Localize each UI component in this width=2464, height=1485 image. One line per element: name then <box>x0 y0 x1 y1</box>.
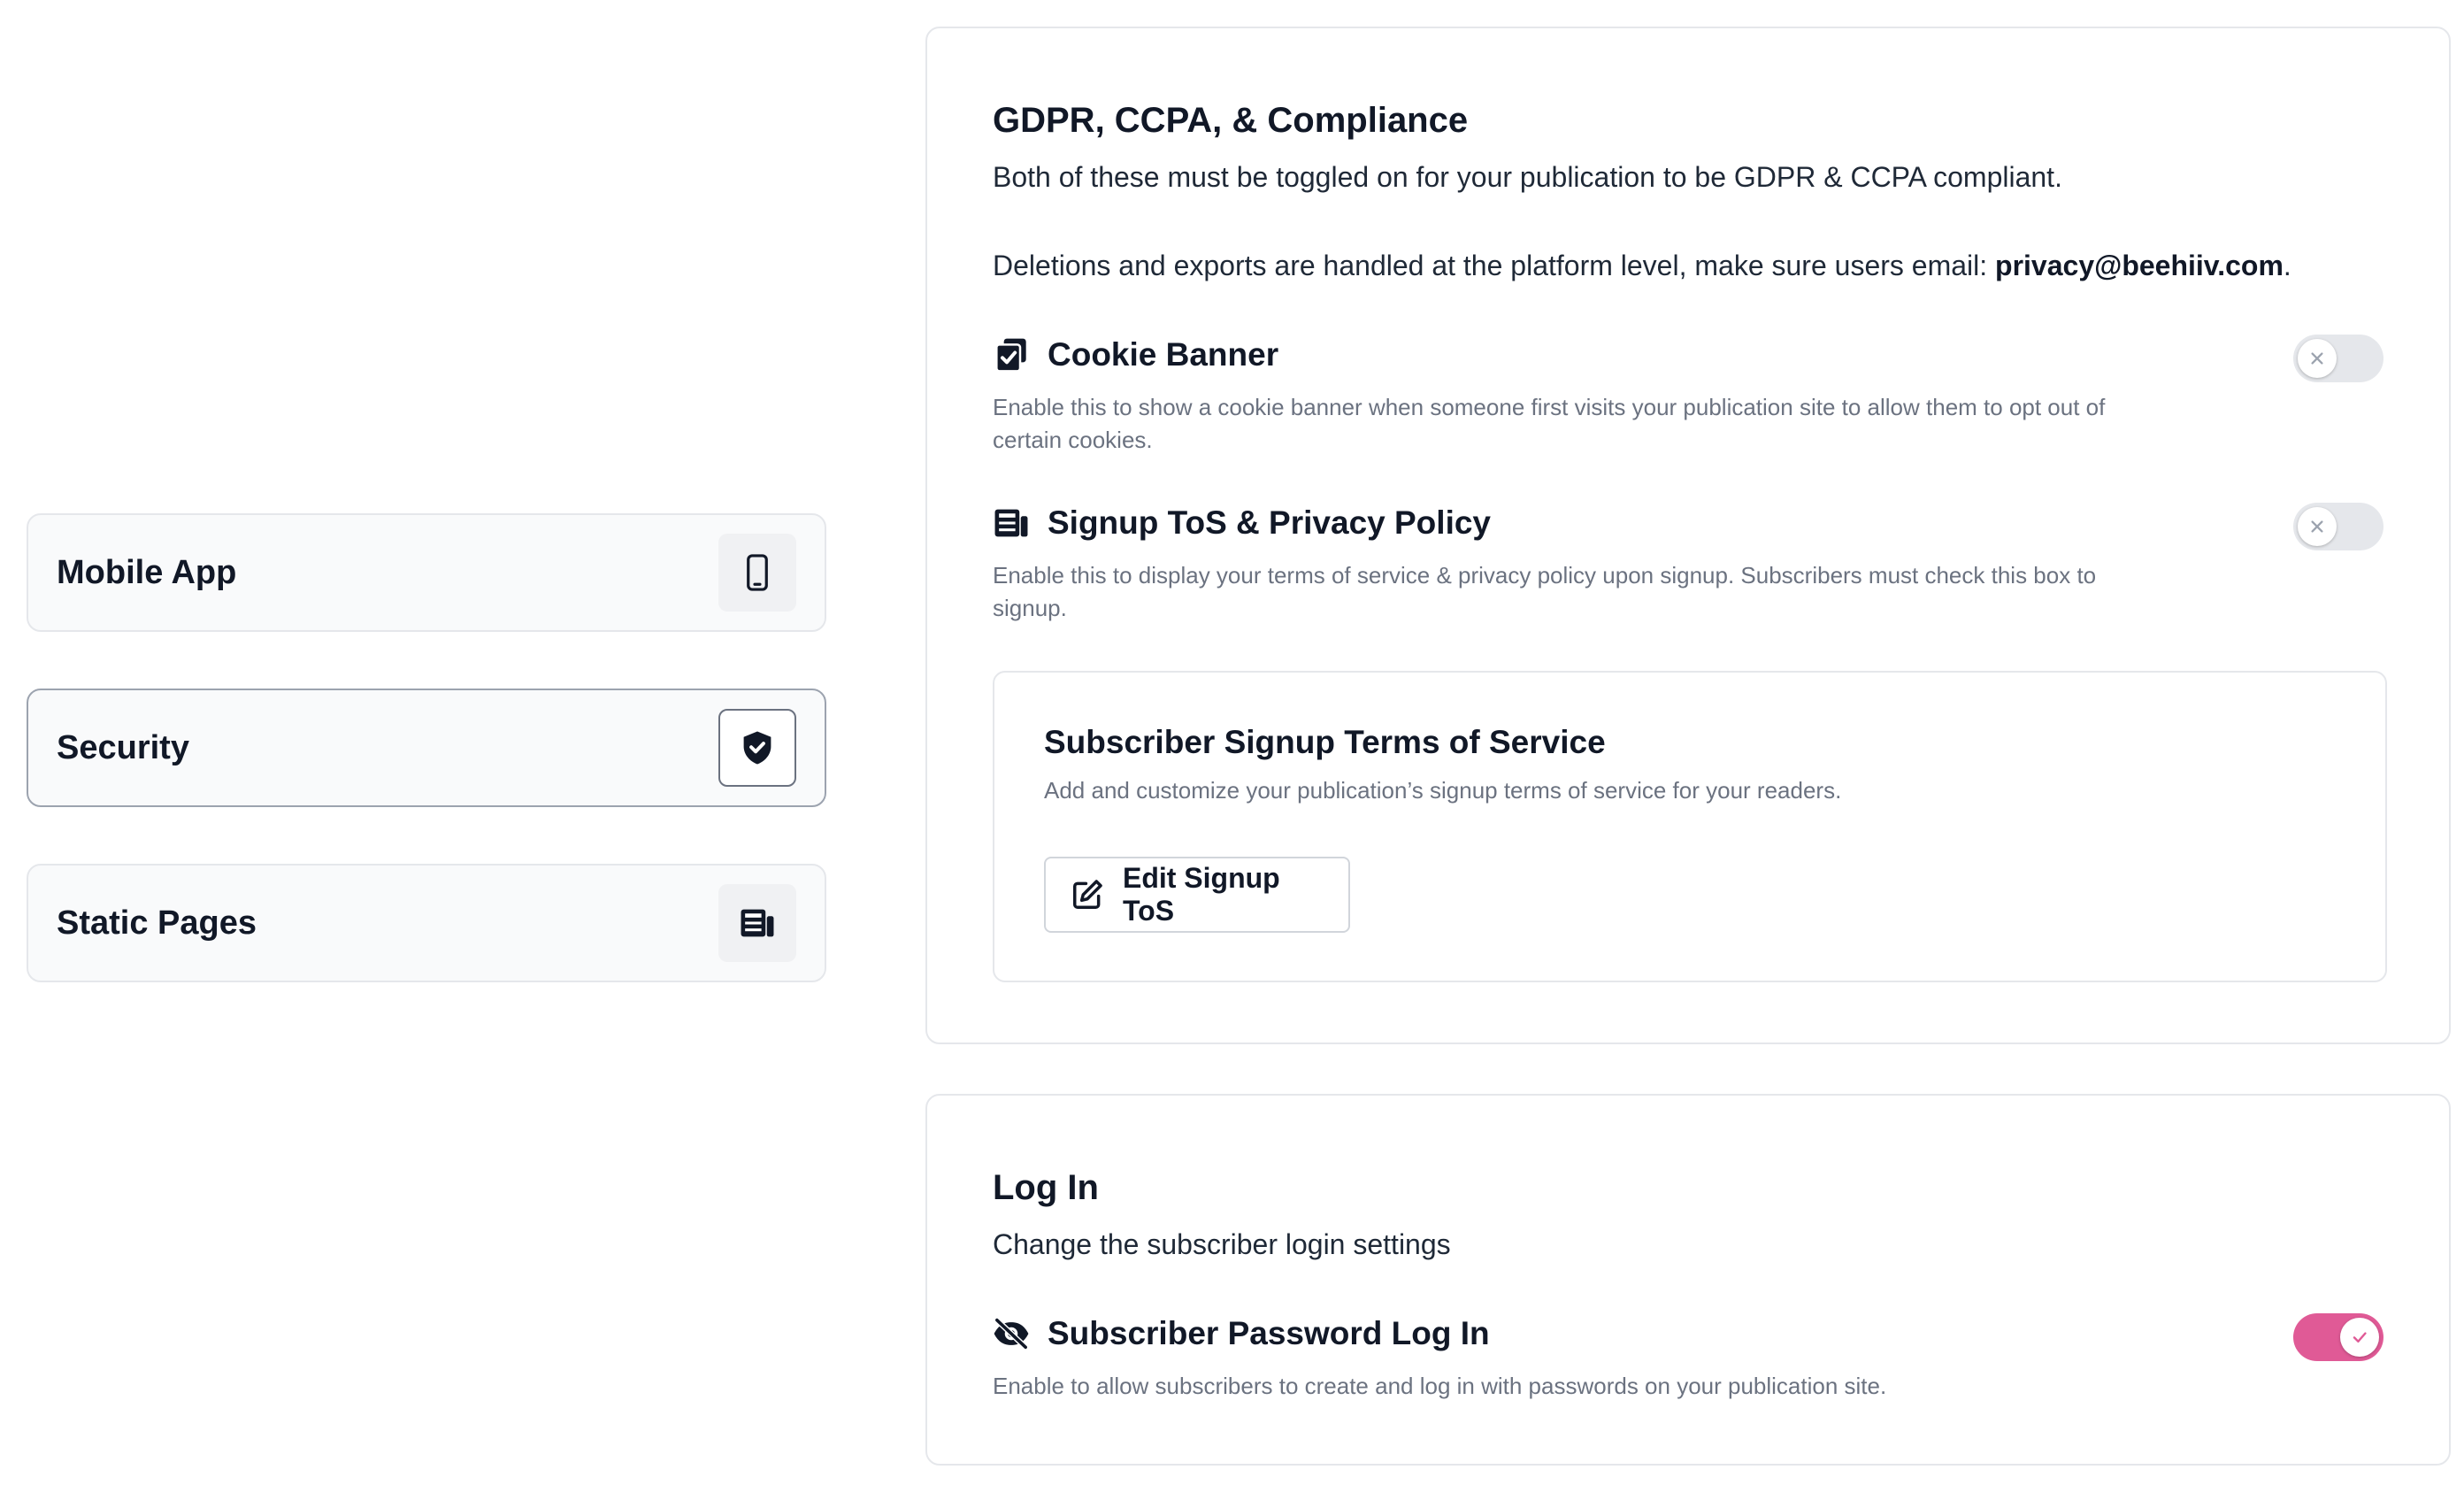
compliance-panel: GDPR, CCPA, & Compliance Both of these m… <box>925 27 2451 1044</box>
password-login-description: Enable to allow subscribers to create an… <box>993 1373 1887 1399</box>
newspaper-icon <box>993 504 1030 542</box>
signup-tos-description: Enable this to display your terms of ser… <box>993 562 2097 621</box>
x-icon <box>2298 339 2337 378</box>
login-description: Change the subscriber login settings <box>993 1228 1451 1260</box>
mobile-phone-icon <box>718 534 796 612</box>
sidebar-item-label: Mobile App <box>57 553 237 591</box>
cookie-banner-setting: Cookie Banner <box>993 336 1278 373</box>
compliance-description: Both of these must be toggled on for you… <box>993 161 2062 193</box>
cookie-banner-description: Enable this to show a cookie banner when… <box>993 394 2106 453</box>
login-panel: Log In Change the subscriber login setti… <box>925 1094 2451 1466</box>
signup-tos-toggle[interactable] <box>2293 503 2383 550</box>
x-icon <box>2298 507 2337 546</box>
signup-terms-card: Subscriber Signup Terms of Service Add a… <box>993 671 2387 982</box>
password-login-toggle[interactable] <box>2293 1313 2383 1361</box>
sidebar-item-label: Security <box>57 728 189 766</box>
sidebar-item-static-pages[interactable]: Static Pages <box>27 864 826 982</box>
sidebar-item-mobile-app[interactable]: Mobile App <box>27 513 826 632</box>
edit-signup-tos-label: Edit Signup ToS <box>1122 862 1280 927</box>
sidebar-item-security[interactable]: Security <box>27 689 826 807</box>
privacy-email: privacy@beehiiv.com <box>1995 250 2284 281</box>
edit-icon <box>1071 876 1105 913</box>
newspaper-icon <box>718 884 796 962</box>
cookie-banner-title: Cookie Banner <box>1048 336 1279 373</box>
signup-terms-title: Subscriber Signup Terms of Service <box>1044 724 1606 760</box>
compliance-title: GDPR, CCPA, & Compliance <box>993 101 1469 140</box>
privacy-note-text: Deletions and exports are handled at the… <box>993 250 1996 281</box>
clipboard-check-icon <box>993 336 1030 373</box>
sidebar-item-label: Static Pages <box>57 904 257 942</box>
signup-terms-description: Add and customize your publication’s sig… <box>1044 777 1842 804</box>
shield-check-icon <box>718 709 796 787</box>
check-icon <box>2340 1318 2379 1357</box>
privacy-note-suffix: . <box>2283 250 2291 281</box>
eye-slash-icon <box>993 1315 1030 1352</box>
signup-tos-title: Signup ToS & Privacy Policy <box>1048 504 1491 541</box>
signup-tos-setting: Signup ToS & Privacy Policy <box>993 504 1491 542</box>
password-login-setting: Subscriber Password Log In <box>993 1315 1490 1352</box>
password-login-title: Subscriber Password Log In <box>1048 1315 1490 1351</box>
edit-signup-tos-button[interactable]: Edit Signup ToS <box>1044 857 1350 933</box>
compliance-privacy-note: Deletions and exports are handled at the… <box>993 250 2291 282</box>
login-title: Log In <box>993 1168 1099 1207</box>
cookie-banner-toggle[interactable] <box>2293 335 2383 382</box>
